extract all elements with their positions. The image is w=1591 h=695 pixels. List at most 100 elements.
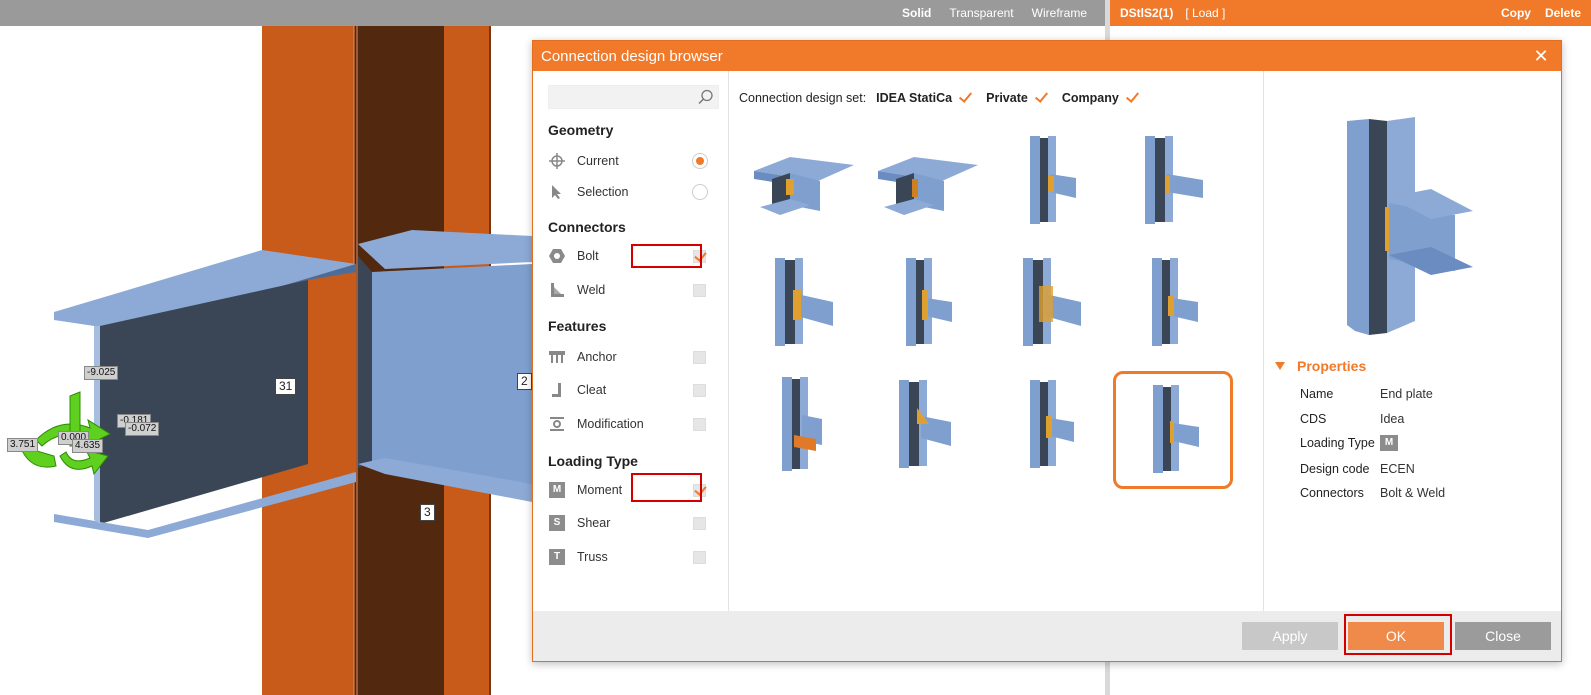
property-row: Name End plate	[1300, 384, 1433, 404]
dialog-title-bar[interactable]: Connection design browser	[533, 41, 1561, 71]
copy-button[interactable]: Copy	[1501, 6, 1531, 20]
load-tag[interactable]: [ Load ]	[1185, 6, 1225, 20]
property-value: Bolt & Weld	[1380, 486, 1446, 500]
viewport-toolbar: Solid Transparent Wireframe	[0, 0, 1105, 26]
view-mode-switch: Solid Transparent Wireframe	[902, 0, 1087, 26]
feature-anchor-option[interactable]: Anchor	[548, 346, 718, 368]
feature-cleat-label: Cleat	[577, 383, 607, 397]
search-input[interactable]	[548, 85, 719, 109]
highlight-box	[1344, 614, 1452, 655]
loading-shear-label: Shear	[577, 516, 611, 530]
loading-type-heading: Loading Type	[548, 453, 638, 469]
feature-modification-checkbox[interactable]	[693, 417, 706, 431]
connection-thumbnail[interactable]	[744, 123, 860, 239]
connector-weld-label: Weld	[577, 283, 606, 297]
search-icon[interactable]	[698, 89, 714, 105]
cursor-icon	[548, 183, 566, 201]
geometry-current-radio[interactable]	[692, 153, 708, 169]
view-mode-solid[interactable]: Solid	[902, 6, 931, 20]
geometry-selection-label: Selection	[577, 185, 629, 199]
property-key: CDS	[1300, 412, 1327, 426]
moment-icon: M	[548, 481, 566, 499]
connection-thumbnail[interactable]	[868, 245, 984, 361]
member-label-31: 31	[275, 378, 297, 395]
connection-thumbnail[interactable]	[868, 367, 984, 483]
connection-thumbnail[interactable]	[1114, 245, 1230, 361]
feature-cleat-checkbox[interactable]	[693, 383, 706, 397]
connection-thumbnail[interactable]	[868, 123, 984, 239]
design-set-private-checkbox[interactable]	[1034, 91, 1048, 105]
dialog-title: Connection design browser	[541, 47, 723, 65]
view-mode-wireframe[interactable]: Wireframe	[1032, 6, 1087, 20]
moment-letter: M	[549, 482, 565, 498]
geometry-selection-option[interactable]: Selection	[548, 181, 718, 203]
property-row: CDS Idea	[1300, 409, 1404, 429]
feature-anchor-checkbox[interactable]	[693, 350, 706, 364]
member-label-3: 3	[420, 504, 435, 521]
details-panel: Properties Name End plate CDS Idea Loadi…	[1265, 71, 1561, 613]
design-set-bar: Connection design set: IDEA StatiCa Priv…	[739, 91, 1153, 105]
property-key: Loading Type	[1300, 436, 1375, 450]
loading-shear-checkbox[interactable]	[693, 516, 706, 530]
property-value: Idea	[1380, 412, 1405, 426]
collapse-triangle-icon	[1275, 362, 1285, 370]
features-heading: Features	[548, 318, 607, 334]
loading-truss-option[interactable]: T Truss	[548, 546, 718, 568]
geometry-selection-radio[interactable]	[692, 184, 708, 200]
shear-letter: S	[549, 515, 565, 531]
close-button[interactable]: Close	[1455, 622, 1551, 650]
connection-thumbnail[interactable]	[992, 245, 1108, 361]
property-key: Design code	[1300, 462, 1370, 476]
design-set-private-label: Private	[986, 91, 1028, 105]
feature-modification-label: Modification	[577, 417, 644, 431]
close-icon[interactable]: ✕	[1531, 46, 1551, 66]
geometry-current-label: Current	[577, 154, 619, 168]
properties-toggle[interactable]: Properties	[1275, 358, 1366, 374]
loading-type-badge: M	[1380, 435, 1398, 451]
cleat-icon	[548, 381, 566, 399]
geometry-heading: Geometry	[548, 122, 614, 138]
crosshair-icon	[548, 152, 566, 170]
feature-cleat-option[interactable]: Cleat	[548, 379, 718, 401]
highlight-box	[631, 473, 702, 502]
property-value: ECEN	[1380, 462, 1415, 476]
property-key: Name	[1300, 387, 1334, 401]
connection-thumbnail[interactable]	[992, 367, 1108, 483]
shear-icon: S	[548, 514, 566, 532]
force-label: -9.025	[84, 366, 119, 380]
truss-letter: T	[549, 549, 565, 565]
geometry-current-option[interactable]: Current	[548, 150, 718, 172]
connection-thumbnail[interactable]	[992, 123, 1108, 239]
connector-weld-checkbox[interactable]	[693, 283, 706, 297]
connectors-heading: Connectors	[548, 219, 626, 235]
force-label: 4.635	[72, 439, 104, 453]
view-mode-transparent[interactable]: Transparent	[949, 6, 1013, 20]
loading-truss-checkbox[interactable]	[693, 550, 706, 564]
property-key: Connectors	[1300, 486, 1364, 500]
feature-anchor-label: Anchor	[577, 350, 617, 364]
property-value: End plate	[1380, 387, 1433, 401]
design-set-idea-checkbox[interactable]	[958, 91, 972, 105]
modification-icon	[548, 415, 566, 433]
filter-panel: Geometry Current Selection Connectors Bo…	[533, 71, 729, 613]
connection-thumbnail[interactable]	[744, 367, 860, 483]
highlight-box	[631, 244, 702, 268]
apply-button[interactable]: Apply	[1242, 622, 1338, 650]
loading-shear-option[interactable]: S Shear	[548, 512, 718, 534]
design-set-label: Connection design set:	[739, 91, 867, 105]
weld-icon	[548, 281, 566, 299]
connection-preview-image	[1347, 117, 1473, 335]
anchor-icon	[548, 348, 566, 366]
bolt-icon	[548, 247, 566, 265]
connection-thumbnail[interactable]	[1114, 123, 1230, 239]
connector-weld-option[interactable]: Weld	[548, 279, 718, 301]
property-row: Connectors Bolt & Weld	[1300, 483, 1445, 503]
design-set-company-checkbox[interactable]	[1125, 91, 1139, 105]
feature-modification-option[interactable]: Modification	[548, 413, 718, 435]
delete-button[interactable]: Delete	[1545, 6, 1581, 20]
connection-thumbnail-selected[interactable]	[1113, 371, 1233, 489]
property-row: Loading Type M	[1300, 433, 1398, 453]
dialog-footer: Apply OK Close	[533, 611, 1561, 661]
connection-name[interactable]: DStlS2(1)	[1120, 6, 1173, 20]
connection-thumbnail[interactable]	[744, 245, 860, 361]
